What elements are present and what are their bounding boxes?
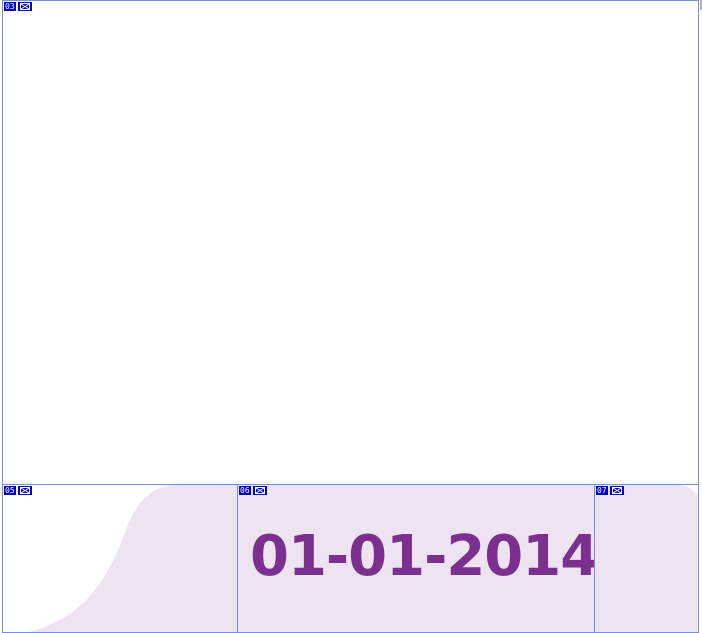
page-canvas: 03 05 06 01-01-2014 07 xyxy=(0,0,702,633)
image-placeholder-icon xyxy=(609,486,624,495)
image-placeholder-icon xyxy=(17,486,32,495)
slice-tag: 05 xyxy=(4,486,32,495)
image-slice-06: 06 01-01-2014 xyxy=(237,484,595,633)
slice-number-label: 05 xyxy=(4,486,16,495)
banner-corner-shape xyxy=(680,485,698,496)
slice-tag: 03 xyxy=(4,2,32,11)
slice-tag: 07 xyxy=(596,486,624,495)
slice-number-label: 07 xyxy=(596,486,608,495)
image-slice-03: 03 xyxy=(2,0,699,486)
banner-date-text: 01-01-2014 xyxy=(250,524,595,589)
banner-wave-shape xyxy=(29,485,237,632)
slice-tag: 06 xyxy=(239,486,267,495)
image-placeholder-icon xyxy=(17,2,32,11)
image-slice-05: 05 xyxy=(2,484,238,633)
slice-number-label: 06 xyxy=(239,486,251,495)
image-slice-07: 07 xyxy=(594,484,699,633)
image-placeholder-icon xyxy=(252,486,267,495)
slice-number-label: 03 xyxy=(4,2,16,11)
